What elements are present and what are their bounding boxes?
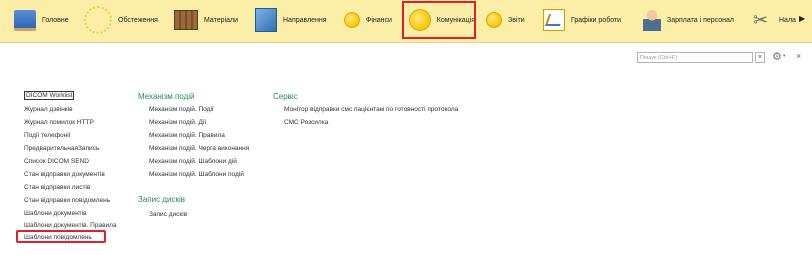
menu-item[interactable]: СМС Розсилка	[284, 119, 328, 127]
group-title-disk-recording: Запис дисків	[138, 195, 185, 204]
section-label: Нала	[779, 16, 796, 24]
crate-icon	[174, 10, 198, 30]
menu-item[interactable]: Механізм подій. Дії	[149, 119, 206, 127]
section-examination[interactable]: Обстеження	[84, 2, 158, 38]
menu-item[interactable]: ПредварительнаяЗапись	[24, 145, 99, 153]
section-label: Обстеження	[118, 16, 158, 24]
section-communication[interactable]: Комунікація	[402, 1, 476, 39]
section-label: Фінанси	[366, 16, 392, 24]
section-label: Матеріали	[204, 16, 239, 24]
menu-item[interactable]: Список DICOM SEND	[24, 158, 89, 166]
menu-item[interactable]: Механізм подій. Черга виконання	[149, 145, 249, 153]
chart-icon	[543, 9, 565, 31]
gear-icon[interactable]: ⚙	[772, 50, 782, 63]
section-reports[interactable]: Звіти	[486, 2, 525, 38]
search-clear-button[interactable]: ×	[755, 52, 765, 63]
menu-item[interactable]: Стан відправки повідомлень	[24, 197, 110, 205]
section-finance[interactable]: Фінанси	[344, 2, 392, 38]
menu-item[interactable]: Механізм подій. Правила	[149, 132, 225, 140]
person-icon	[643, 9, 661, 31]
coin-icon	[409, 9, 431, 31]
coin-icon	[486, 12, 502, 28]
menu-item[interactable]: Події телефонії	[24, 132, 71, 140]
group-title-event-mechanism: Механізм подій	[138, 92, 195, 101]
menu-item[interactable]: Механізм подій. Події	[149, 106, 214, 114]
sun-icon	[84, 6, 112, 34]
section-label: Графіки роботи	[571, 16, 622, 24]
menu-item[interactable]: DICOM Worklist	[24, 91, 75, 100]
scroll-right-icon[interactable]: ▶	[799, 14, 805, 23]
section-referrals[interactable]: Направлення	[255, 2, 327, 38]
menu-item[interactable]: Журнал помилок HTTP	[24, 119, 94, 127]
section-schedules[interactable]: Графіки роботи	[543, 2, 621, 38]
section-home[interactable]: Головне	[14, 2, 69, 38]
chevron-down-icon[interactable]: ▾	[783, 53, 786, 59]
menu-item[interactable]: Стан відправки листів	[24, 184, 90, 192]
section-label: Направлення	[283, 16, 327, 24]
building-icon	[255, 8, 277, 32]
menu-item[interactable]: Механізм подій. Шаблони подій	[149, 171, 244, 179]
menu-item[interactable]: Механізм подій. Шаблони дій	[149, 158, 237, 166]
menu-item[interactable]: Шаблони документів. Правила	[24, 222, 117, 230]
section-payroll[interactable]: Зарплата і персонал	[643, 2, 734, 38]
section-settings[interactable]: ✂ Нала	[753, 2, 796, 38]
section-materials[interactable]: Матеріали	[174, 2, 238, 38]
close-icon[interactable]: ×	[796, 51, 801, 61]
menu-item[interactable]: Запис дисків	[149, 211, 187, 219]
group-title-service: Сервіс	[273, 92, 298, 101]
search-input[interactable]: Пошук (Ctrl+F)	[637, 52, 753, 63]
menu-item[interactable]: Шаблони документів	[24, 210, 87, 218]
menu-item[interactable]: Монітор відправки смс пацієнтам по готов…	[284, 106, 458, 114]
sections-panel: Головне Обстеження Матеріали Направлення…	[0, 0, 812, 43]
coin-icon	[344, 12, 360, 28]
section-label: Головне	[42, 16, 69, 24]
tools-icon: ✂	[753, 10, 769, 30]
section-label: Зарплата і персонал	[667, 16, 734, 24]
home-book-icon	[14, 9, 36, 31]
menu-item[interactable]: Стан відправки документів	[24, 171, 105, 179]
highlight-box	[16, 230, 106, 243]
menu-item[interactable]: Журнал дзвінків	[24, 106, 73, 114]
section-label: Комунікація	[436, 16, 475, 24]
section-label: Звіти	[508, 16, 525, 24]
menu-item-label: DICOM Worklist	[24, 91, 75, 100]
